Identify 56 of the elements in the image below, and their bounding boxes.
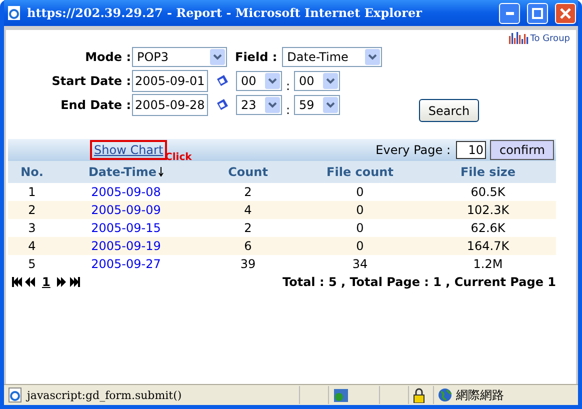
minimize-button[interactable] — [499, 2, 520, 24]
field-label: Start Date : — [50, 74, 132, 88]
date-link[interactable]: 2005-09-09 — [56, 201, 196, 219]
date-link[interactable]: 2005-09-19 — [56, 237, 196, 255]
field-label: Field : — [235, 50, 278, 64]
table-cell: 4 — [196, 201, 300, 219]
previous-page-icon[interactable] — [25, 277, 36, 287]
mode-select[interactable]: POP3 — [132, 47, 227, 67]
bar-chart-icon — [509, 32, 530, 44]
sort-arrow-icon — [158, 167, 164, 177]
show-chart-link[interactable]: Show Chart — [90, 140, 168, 160]
table-cell: 6 — [196, 237, 300, 255]
table-cell: 102.3K — [420, 201, 556, 219]
page-icon — [7, 387, 23, 403]
search-button[interactable]: Search — [419, 99, 479, 122]
globe-icon — [438, 388, 452, 402]
column-header[interactable]: Count — [196, 161, 300, 183]
table-cell: 2 — [8, 201, 56, 219]
minimize-icon — [506, 12, 514, 14]
hour-select[interactable]: 00 — [236, 71, 282, 91]
time-separator: : — [286, 103, 290, 117]
security-zone-text: 網際網路 — [456, 386, 504, 404]
first-page-icon[interactable] — [12, 277, 23, 287]
page-link[interactable]: 1 — [42, 275, 50, 289]
minute-select[interactable]: 59 — [294, 95, 340, 115]
table-cell: 4 — [8, 237, 56, 255]
maximize-icon — [532, 8, 543, 18]
browser-icon — [6, 5, 22, 21]
field-label: Mode : — [84, 50, 132, 64]
confirm-button[interactable]: confirm — [490, 140, 554, 160]
field-label: End Date : — [60, 98, 132, 112]
close-icon — [560, 8, 571, 18]
lock-icon — [413, 388, 425, 402]
table-cell: 0 — [300, 237, 420, 255]
window-title: https://202.39.29.27 - Report - Microsoft Internet Explorer — [27, 6, 423, 20]
status-text: javascript:gd_form.submit() — [27, 388, 183, 402]
column-header[interactable]: Date-Time — [56, 161, 196, 183]
next-page-icon[interactable] — [56, 277, 68, 287]
close-button[interactable] — [555, 2, 576, 24]
minute-select[interactable]: 00 — [294, 71, 340, 91]
field-select[interactable]: Date-Time — [282, 47, 382, 67]
start-date-field[interactable]: 2005-09-01 — [132, 70, 208, 92]
column-header[interactable]: File count — [300, 161, 420, 183]
time-separator: : — [286, 79, 290, 93]
maximize-button[interactable] — [527, 2, 548, 24]
every-page-field[interactable]: 10 — [456, 141, 486, 159]
table-cell: 0 — [300, 201, 420, 219]
every-page-label: Every Page : — [376, 143, 450, 157]
to-group-link[interactable]: To Group — [509, 32, 570, 44]
last-page-icon[interactable] — [69, 277, 80, 287]
hour-select[interactable]: 23 — [236, 95, 282, 115]
table-cell: 164.7K — [420, 237, 556, 255]
column-header[interactable]: No. — [8, 161, 56, 183]
end-date-field[interactable]: 2005-09-28 — [132, 94, 208, 116]
page-summary: Total : 5 , Total Page : 1 , Current Page 1 — [282, 275, 556, 289]
column-header[interactable]: File size — [420, 161, 556, 183]
